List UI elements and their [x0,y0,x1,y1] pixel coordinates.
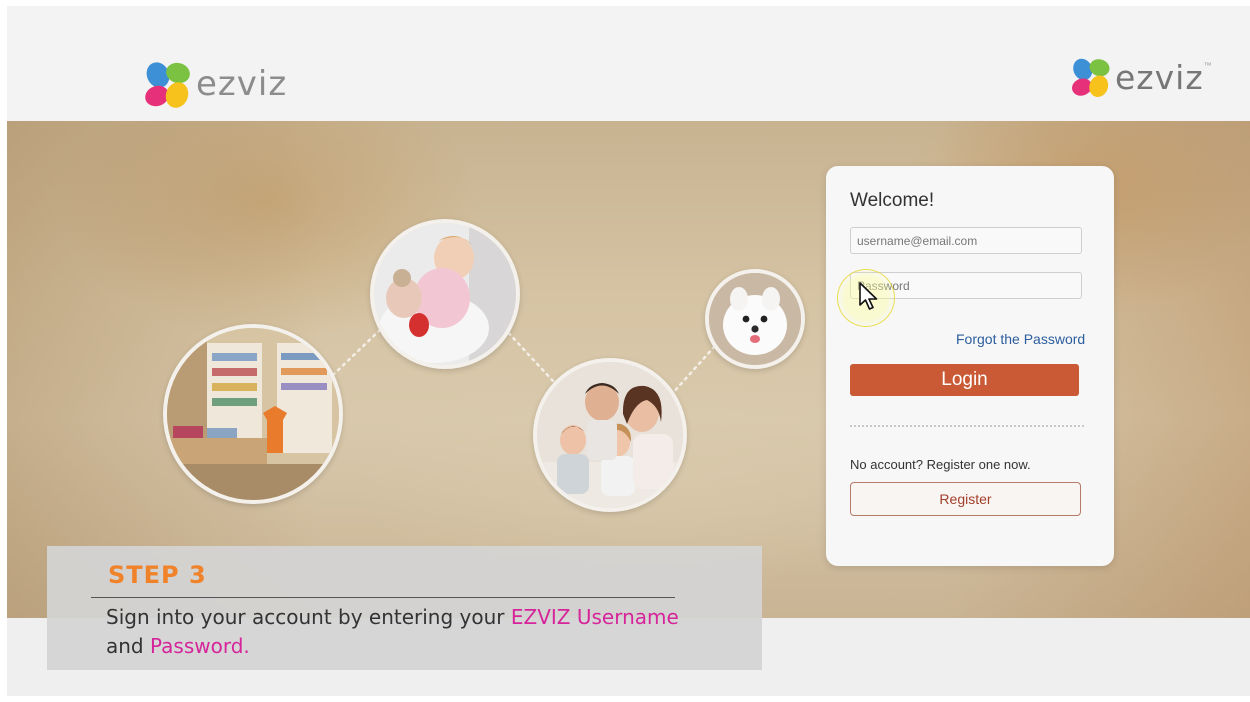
video-frame: ezviz ezviz ™ Welcome! username@email.co… [7,6,1250,696]
clothing-store-photo [163,324,343,504]
step-title: STEP 3 [108,561,207,589]
welcome-heading: Welcome! [850,190,935,211]
caption-highlight-password: Password. [149,634,250,658]
username-input[interactable] [850,227,1082,254]
family-photo [533,358,687,512]
sleeping-baby-illustration [374,223,516,365]
caption-text-1: Sign into your account by entering your [106,605,511,629]
dog-photo [705,269,805,369]
sleeping-baby-photo [370,219,520,369]
step-caption: STEP 3 Sign into your account by enterin… [47,546,762,670]
clothing-store-illustration [167,328,339,500]
login-button[interactable]: Login [850,364,1079,396]
caption-rule [91,597,675,598]
register-button[interactable]: Register [850,482,1081,516]
caption-highlight-username: EZVIZ Username [510,605,679,629]
dotted-divider [850,425,1084,427]
family-illustration [537,362,683,508]
forgot-password-link[interactable]: Forgot the Password [956,331,1085,347]
step-instructions: Sign into your account by entering your … [106,603,746,661]
mouse-pointer-icon [859,282,878,310]
login-card: Welcome! Forgot the Password Login No ac… [826,166,1114,566]
dog-illustration [709,273,801,365]
no-account-text: No account? Register one now. [850,457,1031,472]
caption-text-2: and [106,634,150,658]
